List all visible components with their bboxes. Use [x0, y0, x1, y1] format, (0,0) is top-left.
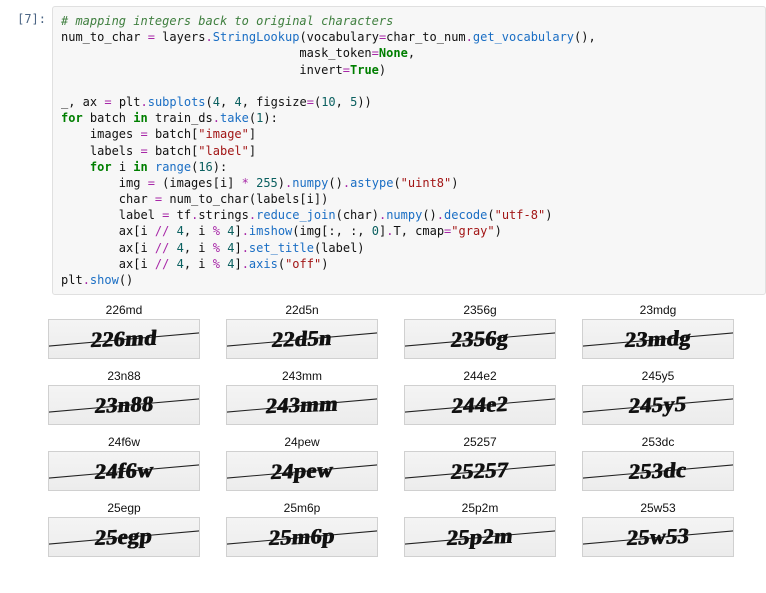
captcha-image: 253dc	[582, 451, 734, 491]
plot-title: 24f6w	[108, 435, 140, 449]
plot-title: 24pew	[284, 435, 319, 449]
captcha-image: 24f6w	[48, 451, 200, 491]
captcha-image: 24pew	[226, 451, 378, 491]
captcha-text: 25m6p	[268, 523, 337, 551]
captcha-image: 23n88	[48, 385, 200, 425]
captcha-text: 22d5n	[271, 325, 334, 353]
captcha-image: 244e2	[404, 385, 556, 425]
plot-cell: 25w53 25w53	[578, 501, 738, 557]
output-area: 226md226md22d5n22d5n2356g2356g23mdg23mdg…	[44, 303, 766, 557]
plot-title: 23mdg	[640, 303, 677, 317]
captcha-text: 25257	[450, 457, 510, 485]
captcha-text: 25p2m	[446, 523, 515, 551]
plot-cell: 25257 25257	[400, 435, 560, 491]
code-line: for batch in train_ds.take(1):	[61, 111, 278, 125]
captcha-image: 22d5n	[226, 319, 378, 359]
plot-title: 243mm	[282, 369, 322, 383]
plot-cell: 245y5 245y5	[578, 369, 738, 425]
plot-cell: 243mm 243mm	[222, 369, 382, 425]
captcha-image: 2356g	[404, 319, 556, 359]
plot-title: 25p2m	[462, 501, 499, 515]
plot-cell: 22d5n 22d5n	[222, 303, 382, 359]
captcha-image: 25egp	[48, 517, 200, 557]
plot-title: 25257	[463, 435, 496, 449]
plot-title: 25w53	[640, 501, 675, 515]
code-line: img = (images[i] * 255).numpy().astype("…	[61, 176, 458, 190]
code-line: label = tf.strings.reduce_join(char).num…	[61, 208, 552, 222]
plot-title: 25m6p	[284, 501, 321, 515]
plot-title: 23n88	[107, 369, 140, 383]
cell-prompt: [7]:	[0, 6, 52, 295]
captcha-image: 25257	[404, 451, 556, 491]
plot-cell: 253dc 253dc	[578, 435, 738, 491]
plot-cell: 24f6w 24f6w	[44, 435, 204, 491]
captcha-text: 253dc	[628, 457, 688, 485]
captcha-text: 243mm	[265, 391, 340, 420]
captcha-image: 243mm	[226, 385, 378, 425]
captcha-text: 23n88	[93, 391, 154, 419]
captcha-text: 24f6w	[93, 457, 154, 485]
plot-cell: 23mdg 23mdg	[578, 303, 738, 359]
code-line: mask_token=None,	[61, 46, 415, 60]
captcha-image: 23mdg	[582, 319, 734, 359]
plot-cell: 24pew 24pew	[222, 435, 382, 491]
code-block[interactable]: # mapping integers back to original char…	[52, 6, 766, 295]
captcha-image: 25w53	[582, 517, 734, 557]
code-line: ax[i // 4, i % 4].set_title(label)	[61, 241, 365, 255]
code-line: for i in range(16):	[61, 160, 227, 174]
captcha-image: 245y5	[582, 385, 734, 425]
plot-cell: 244e2 244e2	[400, 369, 560, 425]
captcha-text: 244e2	[450, 391, 509, 419]
captcha-text: 226md	[90, 325, 159, 353]
plot-title: 2356g	[463, 303, 496, 317]
captcha-text: 23mdg	[624, 325, 693, 353]
code-line: # mapping integers back to original char…	[61, 14, 393, 28]
code-line: ax[i // 4, i % 4].imshow(img[:, :, 0].T,…	[61, 224, 502, 238]
plot-title: 226md	[106, 303, 143, 317]
plot-title: 244e2	[463, 369, 496, 383]
code-line: ax[i // 4, i % 4].axis("off")	[61, 257, 328, 271]
code-line: labels = batch["label"]	[61, 144, 256, 158]
code-line: char = num_to_char(labels[i])	[61, 192, 328, 206]
plot-cell: 23n88 23n88	[44, 369, 204, 425]
plot-title: 22d5n	[285, 303, 318, 317]
captcha-grid: 226md226md22d5n22d5n2356g2356g23mdg23mdg…	[44, 303, 766, 557]
captcha-text: 25w53	[625, 523, 690, 551]
plot-cell: 25p2m 25p2m	[400, 501, 560, 557]
code-line: num_to_char = layers.StringLookup(vocabu…	[61, 30, 596, 44]
plot-title: 245y5	[642, 369, 675, 383]
plot-cell: 25egp 25egp	[44, 501, 204, 557]
code-line: invert=True)	[61, 63, 386, 77]
captcha-text: 25egp	[94, 523, 154, 551]
plot-cell: 226md 226md	[44, 303, 204, 359]
captcha-image: 25m6p	[226, 517, 378, 557]
captcha-text: 245y5	[628, 391, 688, 419]
plot-cell: 25m6p 25m6p	[222, 501, 382, 557]
code-line: _, ax = plt.subplots(4, 4, figsize=(10, …	[61, 95, 372, 109]
captcha-image: 226md	[48, 319, 200, 359]
plot-cell: 2356g 2356g	[400, 303, 560, 359]
plot-title: 25egp	[107, 501, 140, 515]
captcha-text: 24pew	[269, 457, 334, 485]
code-cell: [7]: # mapping integers back to original…	[0, 6, 766, 295]
captcha-image: 25p2m	[404, 517, 556, 557]
plot-title: 253dc	[642, 435, 675, 449]
code-line: images = batch["image"]	[61, 127, 256, 141]
code-line: plt.show()	[61, 273, 133, 287]
captcha-text: 2356g	[450, 325, 510, 353]
